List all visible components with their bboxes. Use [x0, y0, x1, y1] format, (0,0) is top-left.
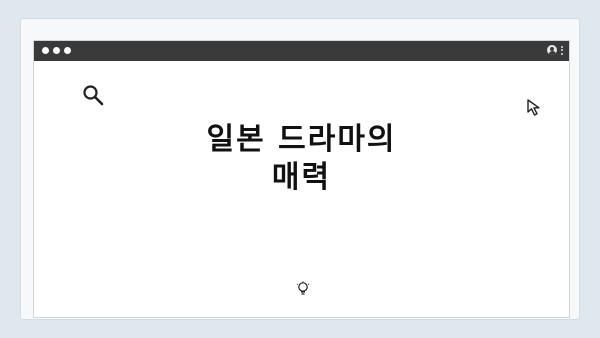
cursor-icon	[527, 99, 540, 116]
slide-title: 일본 드라마의 매력	[34, 121, 569, 197]
window-control-dot[interactable]	[53, 47, 60, 54]
title-line-1: 일본 드라마의	[206, 122, 397, 157]
search-icon	[83, 85, 104, 106]
title-line-2: 매력	[271, 160, 332, 195]
window-controls	[42, 47, 71, 54]
browser-window: 일본 드라마의 매력	[33, 40, 570, 318]
user-icon[interactable]	[547, 45, 557, 55]
window-titlebar	[34, 41, 569, 61]
titlebar-actions	[547, 45, 563, 55]
window-control-dot[interactable]	[42, 47, 49, 54]
lightbulb-icon	[296, 281, 310, 295]
kebab-menu-icon[interactable]	[561, 45, 563, 55]
window-control-dot[interactable]	[64, 47, 71, 54]
